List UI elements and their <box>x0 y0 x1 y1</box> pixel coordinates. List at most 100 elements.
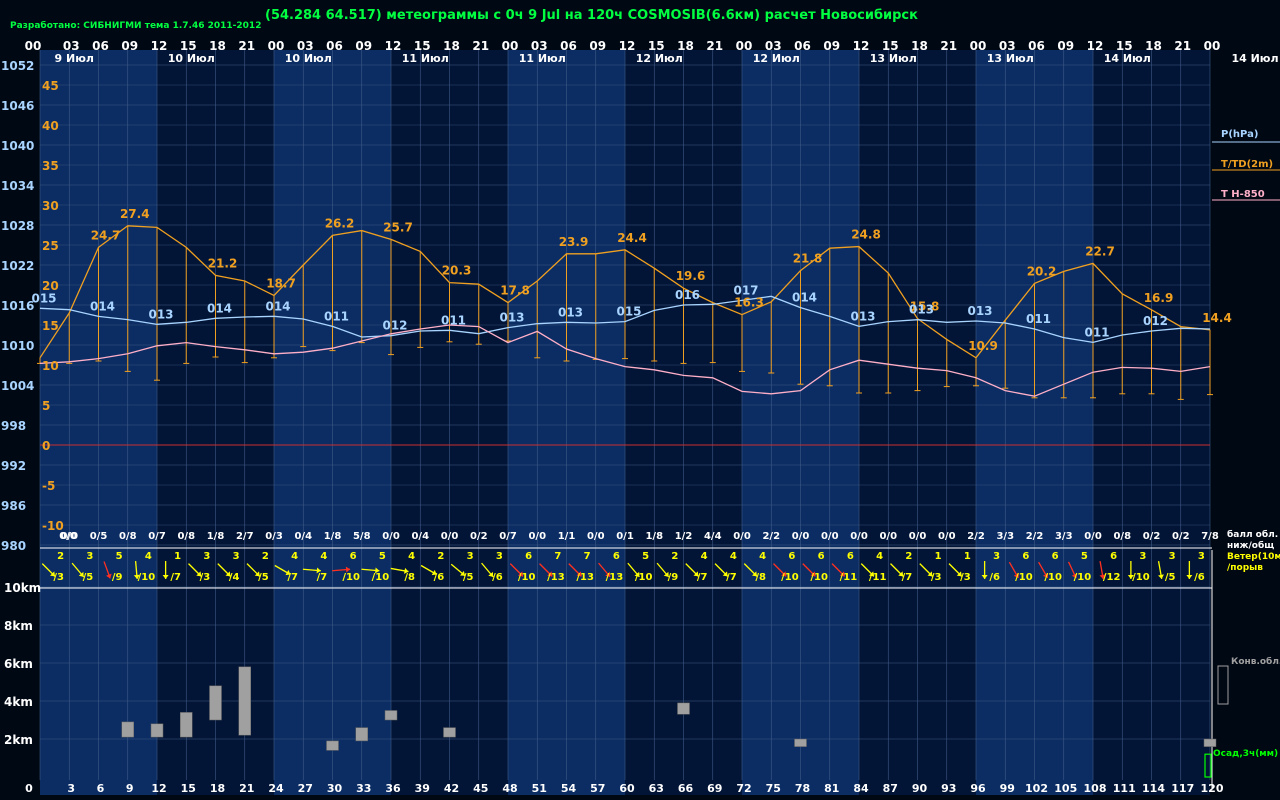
wind-gust-5: /3 <box>200 572 211 583</box>
hour-tick-20: 12 <box>619 39 636 53</box>
hour-tick-32: 00 <box>970 39 987 53</box>
temp-label-2: 24.7 <box>91 228 121 242</box>
bottom-tick-15: 45 <box>473 782 488 795</box>
legend-wind-2: /порыв <box>1227 563 1263 573</box>
cloud-label-38: 0/2 <box>1143 531 1161 542</box>
legend-cloud-cover-1: балл обл. <box>1227 529 1278 540</box>
temp-label-28: 24.8 <box>851 228 881 242</box>
hour-tick-2: 06 <box>92 39 109 53</box>
bottom-tick-35: 105 <box>1054 782 1077 795</box>
bottom-tick-2: 6 <box>97 782 105 795</box>
temp-label-22: 19.6 <box>676 269 706 283</box>
wind-gust-18: /13 <box>576 572 594 583</box>
wind-gust-23: /7 <box>726 572 737 583</box>
hour-tick-28: 12 <box>853 39 870 53</box>
height-tick-1: 8km <box>4 619 33 633</box>
wind-gust-30: /3 <box>931 572 942 583</box>
legend-t850: T H-850 <box>1221 189 1265 200</box>
wind-gust-34: /10 <box>1044 572 1062 583</box>
cloud-label-33: 3/3 <box>996 531 1014 542</box>
bottom-tick-40: 120 <box>1201 782 1224 795</box>
wind-speed-31: 1 <box>964 551 971 562</box>
hour-tick-1: 03 <box>63 39 80 53</box>
legend-conv-clouds: Конв.обл. <box>1231 656 1280 667</box>
temp-label-20: 24.4 <box>617 231 647 245</box>
bottom-tick-7: 21 <box>239 782 254 795</box>
temp-tick-9: 0 <box>42 439 50 453</box>
temp-label-38: 16.9 <box>1144 291 1174 305</box>
pressure-tick-7: 1010 <box>1 339 34 353</box>
wind-gust-7: /5 <box>258 572 269 583</box>
date-label-10: 14 Июл <box>1231 52 1278 65</box>
wind-gust-36: /12 <box>1103 572 1121 583</box>
wind-speed-28: 4 <box>876 551 883 562</box>
wind-gust-17: /13 <box>547 572 565 583</box>
temp-tick-2: 35 <box>42 159 59 173</box>
bottom-tick-12: 36 <box>385 782 401 795</box>
pressure-label-10: 011 <box>324 309 349 323</box>
bottom-tick-23: 69 <box>707 782 722 795</box>
cloud-label-31: 0/0 <box>938 531 956 542</box>
temp-label-3: 27.4 <box>120 207 150 221</box>
bottom-tick-20: 60 <box>619 782 635 795</box>
pressure-label-32: 013 <box>967 304 992 318</box>
hour-tick-3: 09 <box>121 39 138 53</box>
temp-label-40: 14.4 <box>1202 311 1232 325</box>
temp-tick-1: 40 <box>42 119 59 133</box>
hour-tick-13: 15 <box>414 39 431 53</box>
wind-speed-27: 6 <box>847 551 854 562</box>
wind-speed-16: 6 <box>525 551 532 562</box>
wind-speed-24: 4 <box>759 551 766 562</box>
cloud-label-16: 0/7 <box>499 531 517 542</box>
bottom-tick-21: 63 <box>649 782 664 795</box>
bottom-tick-26: 78 <box>795 782 810 795</box>
bottom-tick-11: 33 <box>356 782 371 795</box>
wind-gust-0: /3 <box>53 572 64 583</box>
bottom-tick-33: 99 <box>1000 782 1015 795</box>
wind-gust-39: /6 <box>1194 572 1205 583</box>
bottom-tick-6: 18 <box>210 782 225 795</box>
hour-tick-25: 03 <box>765 39 782 53</box>
wind-speed-10: 6 <box>350 551 357 562</box>
hour-tick-27: 09 <box>823 39 840 53</box>
wind-speed-30: 1 <box>935 551 942 562</box>
wind-gust-10: /10 <box>342 572 360 583</box>
temp-label-16: 17.8 <box>500 284 530 298</box>
cloud-label-29: 0/0 <box>879 531 897 542</box>
temp-label-12: 25.7 <box>383 220 413 234</box>
pressure-tick-8: 1004 <box>1 379 34 393</box>
pressure-label-38: 012 <box>1143 314 1168 328</box>
wind-speed-5: 3 <box>203 551 210 562</box>
wind-speed-2: 5 <box>116 551 123 562</box>
wind-speed-6: 3 <box>233 551 240 562</box>
temp-label-26: 21.8 <box>793 252 823 266</box>
wind-speed-39: 3 <box>1198 551 1205 562</box>
wind-gust-12: /8 <box>404 572 415 583</box>
bottom-tick-29: 87 <box>883 782 898 795</box>
wind-gust-26: /10 <box>810 572 828 583</box>
credit-text: Разработано: СИБНИГМИ тема 1.7.46 2011-2… <box>10 20 261 31</box>
pressure-tick-4: 1028 <box>1 219 34 233</box>
hour-tick-5: 15 <box>180 39 197 53</box>
bottom-tick-0: 0 <box>25 782 33 795</box>
cloud-label-25: 2/2 <box>762 531 780 542</box>
height-tick-0: 10km <box>4 581 41 595</box>
temp-label-18: 23.9 <box>559 235 589 249</box>
bottom-tick-28: 84 <box>853 782 869 795</box>
hour-tick-21: 15 <box>648 39 665 53</box>
cloud-label-35: 3/3 <box>1055 531 1073 542</box>
conv-cloud-8 <box>443 727 456 738</box>
wind-gust-21: /9 <box>668 572 679 583</box>
wind-speed-19: 6 <box>613 551 620 562</box>
temp-tick-4: 25 <box>42 239 59 253</box>
conv-cloud-6 <box>355 727 368 742</box>
wind-speed-23: 4 <box>730 551 737 562</box>
hour-tick-30: 18 <box>911 39 928 53</box>
wind-speed-35: 5 <box>1081 551 1088 562</box>
conv-cloud-3 <box>209 685 222 721</box>
hour-tick-39: 21 <box>1174 39 1191 53</box>
pressure-tick-2: 1040 <box>1 139 34 153</box>
pressure-label-28: 013 <box>850 309 875 323</box>
temp-label-24: 16.3 <box>734 296 764 310</box>
wind-speed-7: 2 <box>262 551 269 562</box>
